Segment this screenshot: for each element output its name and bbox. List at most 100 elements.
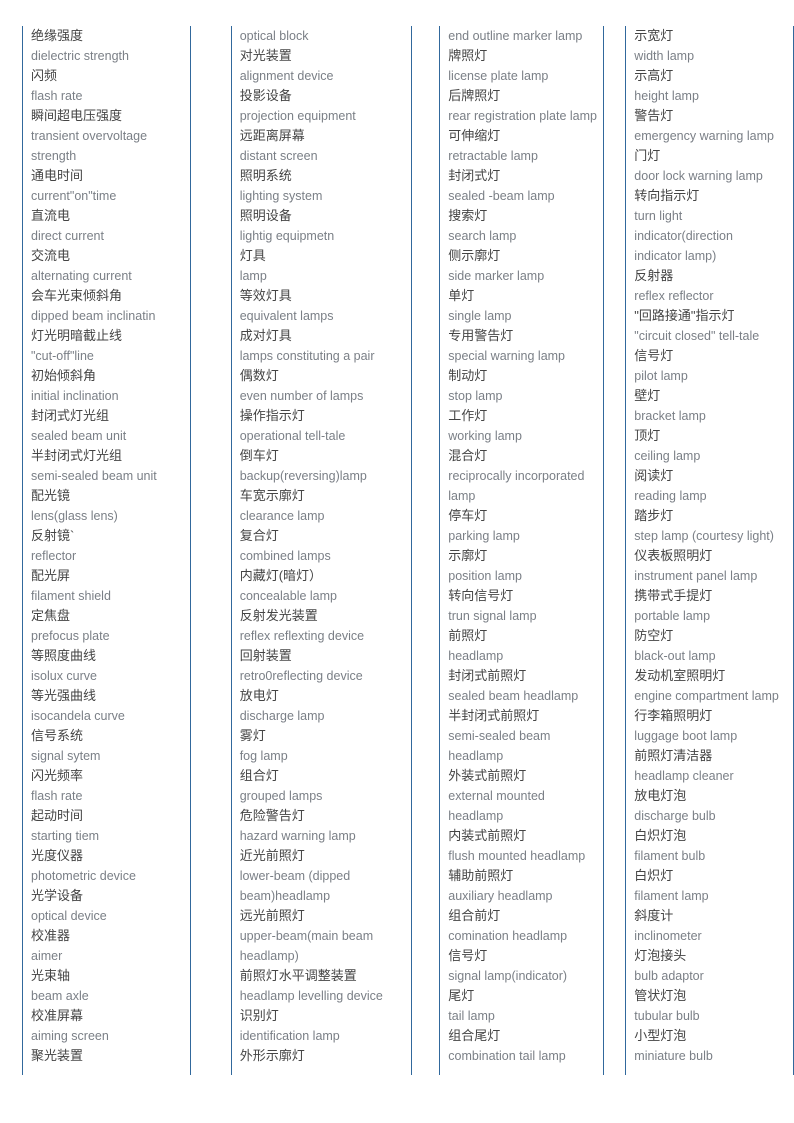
glossary-term-chinese: 配光镜 <box>31 488 71 503</box>
glossary-term-english: prefocus plate <box>31 629 110 643</box>
glossary-term-chinese: 示宽灯 <box>634 28 674 43</box>
glossary-term-english: headlamp levelling device <box>239 989 383 1003</box>
glossary-term-chinese: 校准器 <box>31 928 71 943</box>
glossary-term-english: retro0reflecting device <box>239 669 363 683</box>
glossary-term-english: lens(glass lens) <box>31 509 118 523</box>
glossary-term-chinese: 白炽灯 <box>634 868 674 883</box>
glossary-term-english: discharge bulb <box>634 809 716 823</box>
glossary-term-chinese: 校准屏幕 <box>31 1008 84 1023</box>
glossary-term-chinese: 远距离屏幕 <box>239 128 305 143</box>
glossary-term-chinese: 反射镜` <box>31 528 75 543</box>
glossary-term-chinese: 辅助前照灯 <box>448 868 514 883</box>
glossary-term-english: rear registration plate lamp <box>448 109 597 123</box>
glossary-term-chinese: 组合灯 <box>239 768 279 783</box>
glossary-term-chinese: 踏步灯 <box>634 508 674 523</box>
glossary-term-chinese: 灯泡接头 <box>634 948 687 963</box>
glossary-term-chinese: 光度仪器 <box>31 848 84 863</box>
glossary-term-chinese: 对光装置 <box>239 48 292 63</box>
glossary-term-english: special warning lamp <box>448 349 566 363</box>
glossary-term-english: instrument panel lamp <box>634 569 758 583</box>
glossary-column-4: 示宽灯 width lamp 示高灯 height lamp 警告灯 emergency … <box>625 26 794 1075</box>
glossary-term-english: headlamp <box>448 809 504 823</box>
glossary-term-chinese: 半封闭式前照灯 <box>448 708 540 723</box>
glossary-term-chinese: 投影设备 <box>239 88 292 103</box>
glossary-term-chinese: 防空灯 <box>634 628 674 643</box>
glossary-term-english: tubular bulb <box>634 1009 700 1023</box>
glossary-term-english: lamps constituting a pair <box>239 349 375 363</box>
glossary-term-chinese: 灯具 <box>239 248 266 263</box>
glossary-term-chinese: 等光强曲线 <box>31 688 97 703</box>
glossary-term-english: working lamp <box>448 429 522 443</box>
glossary-term-chinese: 携带式手提灯 <box>634 588 713 603</box>
glossary-term-chinese: 车宽示廓灯 <box>239 488 305 503</box>
glossary-term-chinese: 混合灯 <box>448 448 488 463</box>
glossary-term-chinese: 内装式前照灯 <box>448 828 527 843</box>
glossary-term-english: combination tail lamp <box>448 1049 566 1063</box>
glossary-term-chinese: 回射装置 <box>239 648 292 663</box>
glossary-term-chinese: 放电灯 <box>239 688 279 703</box>
glossary-term-chinese: 行李箱照明灯 <box>634 708 713 723</box>
glossary-term-chinese: 近光前照灯 <box>239 848 305 863</box>
glossary-term-english: filament bulb <box>634 849 706 863</box>
glossary-term-chinese: 操作指示灯 <box>239 408 305 423</box>
glossary-term-chinese: 制动灯 <box>448 368 488 383</box>
glossary-term-chinese: 单灯 <box>448 288 475 303</box>
glossary-term-english: dipped beam inclinatin <box>31 309 156 323</box>
glossary-term-english: side marker lamp <box>448 269 545 283</box>
glossary-term-english: operational tell-tale <box>239 429 346 443</box>
glossary-term-chinese: 外装式前照灯 <box>448 768 527 783</box>
glossary-term-chinese: 初始倾斜角 <box>31 368 97 383</box>
glossary-term-english: backup(reversing)lamp <box>239 469 367 483</box>
glossary-term-chinese: 交流电 <box>31 248 71 263</box>
glossary-term-english: comination headlamp <box>448 929 568 943</box>
glossary-term-chinese: 前照灯水平调整装置 <box>239 968 357 983</box>
glossary-term-english: reciprocally incorporated <box>448 469 585 483</box>
glossary-term-chinese: 门灯 <box>634 148 661 163</box>
glossary-term-english: bulb adaptor <box>634 969 704 983</box>
glossary-term-chinese: 侧示廓灯 <box>448 248 501 263</box>
glossary-term-chinese: 信号系统 <box>31 728 84 743</box>
glossary-term-english: alternating current <box>31 269 132 283</box>
glossary-term-english: single lamp <box>448 309 512 323</box>
glossary-term-chinese: 绝缘强度 <box>31 28 84 43</box>
glossary-term-chinese: 顶灯 <box>634 428 661 443</box>
glossary-term-english: reading lamp <box>634 489 707 503</box>
glossary-term-english: step lamp (courtesy light) <box>634 529 774 543</box>
glossary-term-chinese: 雾灯 <box>239 728 266 743</box>
glossary-term-english: portable lamp <box>634 609 711 623</box>
glossary-term-chinese: 直流电 <box>31 208 71 223</box>
glossary-term-chinese: 工作灯 <box>448 408 488 423</box>
glossary-term-chinese: 起动时间 <box>31 808 84 823</box>
glossary-term-english: reflector <box>31 549 77 563</box>
glossary-term-english: bracket lamp <box>634 409 706 423</box>
glossary-term-chinese: 壁灯 <box>634 388 661 403</box>
glossary-term-english: turn light <box>634 209 683 223</box>
glossary-term-english: width lamp <box>634 49 695 63</box>
glossary-term-english: external mounted <box>448 789 545 803</box>
glossary-term-english: headlamp <box>448 749 504 763</box>
glossary-term-chinese: 转向指示灯 <box>634 188 700 203</box>
glossary-term-chinese: 封闭式前照灯 <box>448 668 527 683</box>
glossary-term-chinese: 组合尾灯 <box>448 1028 501 1043</box>
glossary-term-english: signal lamp(indicator) <box>448 969 568 983</box>
glossary-term-english: combined lamps <box>239 549 331 563</box>
glossary-term-chinese: 斜度计 <box>634 908 674 923</box>
glossary-term-english: lamp <box>448 489 476 503</box>
glossary-term-english: even number of lamps <box>239 389 364 403</box>
glossary-term-english: dielectric strength <box>31 49 129 63</box>
glossary-term-english: auxiliary headlamp <box>448 889 553 903</box>
glossary-term-chinese: 仪表板照明灯 <box>634 548 713 563</box>
glossary-term-english: fog lamp <box>239 749 288 763</box>
glossary-term-english: hazard warning lamp <box>239 829 356 843</box>
glossary-term-english: flash rate <box>31 89 83 103</box>
glossary-term-chinese: 白炽灯泡 <box>634 828 687 843</box>
glossary-term-chinese: 尾灯 <box>448 988 475 1003</box>
glossary-term-chinese: 倒车灯 <box>239 448 279 463</box>
glossary-term-english: distant screen <box>239 149 318 163</box>
glossary-term-english: end outline marker lamp <box>448 29 583 43</box>
glossary-term-chinese: 前照灯 <box>448 628 488 643</box>
glossary-term-chinese: 照明设备 <box>239 208 292 223</box>
glossary-term-english: "cut-off"line <box>31 349 94 363</box>
glossary-term-english: headlamp) <box>239 949 299 963</box>
glossary-term-english: current"on"time <box>31 189 117 203</box>
